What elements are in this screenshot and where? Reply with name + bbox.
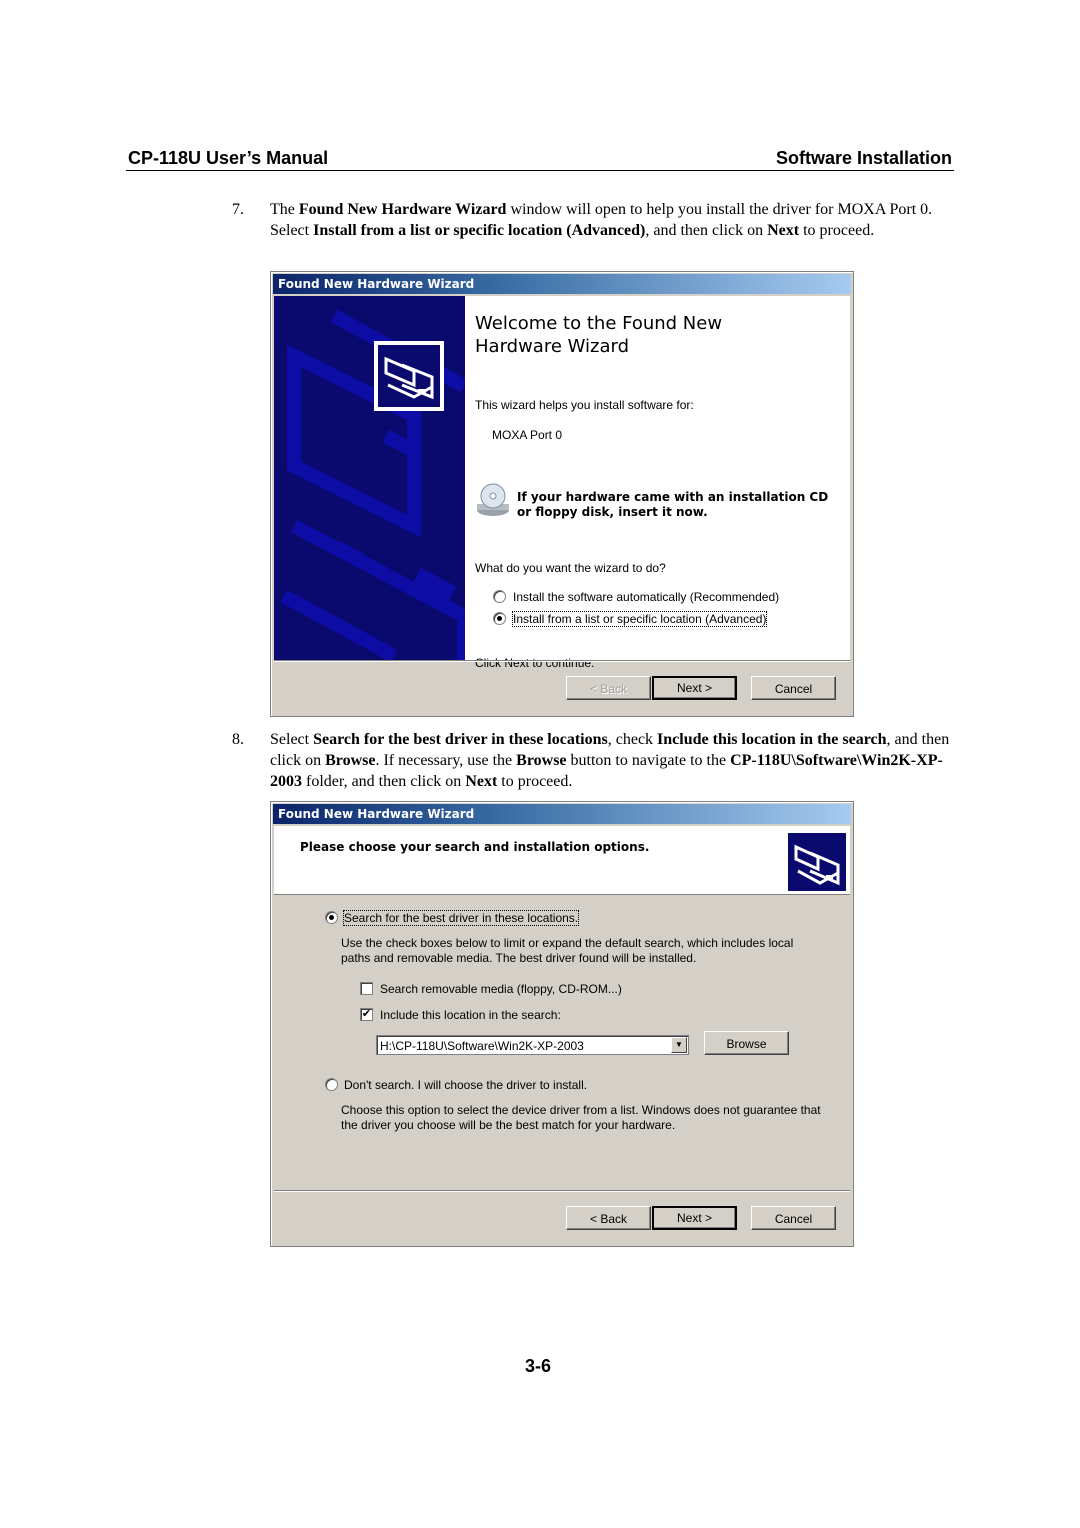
hardware-wizard-icon <box>374 341 444 411</box>
text-run: . If necessary, use the <box>375 752 517 769</box>
next-button[interactable]: Next > <box>652 676 737 700</box>
text-run: to proceed. <box>799 222 875 239</box>
heading-line-1: Welcome to the Found New <box>475 313 723 334</box>
browse-button[interactable]: Browse <box>704 1031 789 1055</box>
cancel-button[interactable]: Cancel <box>751 1206 836 1230</box>
question-text: What do you want the wizard to do? <box>475 561 666 575</box>
bold-term: Found New Hardware Wizard <box>298 201 507 218</box>
section-title: Software Installation <box>775 148 952 168</box>
heading-line-2: Hardware Wizard <box>475 336 630 357</box>
radio-install-automatically[interactable] <box>493 590 506 603</box>
location-combobox[interactable]: H:\CP-118U\Software\Win2K-XP-2003 ▼ <box>376 1035 689 1055</box>
window-title: Found New Hardware Wizard <box>273 274 851 294</box>
bold-term: Install from a list or specific location… <box>313 222 646 239</box>
intro-text: This wizard helps you install software f… <box>475 398 694 412</box>
window-title: Found New Hardware Wizard <box>273 804 851 824</box>
bold-term: Next <box>767 222 800 239</box>
continue-hint: Click Next to continue. <box>475 656 595 670</box>
bold-term: Browse <box>516 752 567 769</box>
text-run: Select <box>270 731 314 748</box>
step-7: 7. The Found New Hardware Wizard window … <box>232 199 952 241</box>
step-text: Select Search for the best driver in the… <box>270 729 952 792</box>
text-run: button to navigate to the <box>566 752 731 769</box>
bold-term: Include this location in the search <box>657 731 887 748</box>
radio-install-from-list[interactable] <box>493 612 506 625</box>
step-number: 7. <box>232 201 244 218</box>
dont-search-description: Choose this option to select the device … <box>341 1103 821 1133</box>
footer-divider <box>274 660 850 662</box>
checkbox-search-removable-media[interactable] <box>360 982 373 995</box>
bold-term: Browse <box>325 752 376 769</box>
cancel-button[interactable]: Cancel <box>751 676 836 700</box>
wizard-window-welcome: Found New Hardware Wizard Welcome to the… <box>270 271 854 717</box>
text-run: to proceed. <box>497 773 573 790</box>
wizard-header: Please choose your search and installati… <box>274 826 850 895</box>
wizard-side-banner <box>274 296 465 660</box>
search-description-line-2: paths and removable media. The best driv… <box>341 951 697 965</box>
next-button[interactable]: Next > <box>652 1206 737 1230</box>
hardware-watermark-icon <box>280 309 465 660</box>
dont-search-description-line-2: the driver you choose will be the best m… <box>341 1118 676 1132</box>
cd-notice-line-1: If your hardware came with an installati… <box>517 490 829 504</box>
device-name: MOXA Port 0 <box>492 428 563 442</box>
radio-search-best-driver[interactable] <box>325 911 338 924</box>
step-8: 8. Select Search for the best driver in … <box>232 729 952 792</box>
option-install-from-list-label[interactable]: Install from a list or specific location… <box>511 611 768 627</box>
wizard-heading: Please choose your search and installati… <box>300 840 650 854</box>
bold-term: Search for the best driver in these loca… <box>313 731 608 748</box>
manual-title: CP-118U User’s Manual <box>128 148 329 168</box>
back-button[interactable]: < Back <box>566 676 651 700</box>
step-text: The Found New Hardware Wizard window wil… <box>270 199 952 241</box>
step-number: 8. <box>232 731 244 748</box>
bold-term: Next <box>465 773 498 790</box>
option-dont-search-label[interactable]: Don't search. I will choose the driver t… <box>344 1078 587 1092</box>
search-description-line-1: Use the check boxes below to limit or ex… <box>341 936 794 950</box>
text-run: , check <box>607 731 658 748</box>
footer-divider <box>274 1190 850 1192</box>
text-run: folder, and then click on <box>302 773 466 790</box>
search-removable-media-label[interactable]: Search removable media (floppy, CD-ROM..… <box>380 982 622 996</box>
option-search-best-driver-label[interactable]: Search for the best driver in these loca… <box>342 910 580 926</box>
search-description: Use the check boxes below to limit or ex… <box>341 936 793 966</box>
dont-search-description-line-1: Choose this option to select the device … <box>341 1103 821 1117</box>
cd-notice-line-2: or floppy disk, insert it now. <box>517 505 708 519</box>
checkbox-include-location[interactable]: ✔ <box>360 1008 373 1021</box>
page-header: CP-118U User’s Manual Software Installat… <box>126 146 954 171</box>
wizard-heading: Welcome to the Found New Hardware Wizard <box>475 312 722 358</box>
cd-drive-icon <box>477 483 509 516</box>
dropdown-arrow-icon[interactable]: ▼ <box>671 1037 687 1053</box>
hardware-wizard-icon <box>788 833 846 891</box>
option-install-automatically-label[interactable]: Install the software automatically (Reco… <box>513 590 779 604</box>
wizard-window-search-options: Found New Hardware Wizard Please choose … <box>270 801 854 1247</box>
text-run: The <box>270 201 299 218</box>
page-number: 3-6 <box>525 1356 552 1376</box>
cd-notice: If your hardware came with an installati… <box>517 490 828 520</box>
text-run: , and then click on <box>645 222 768 239</box>
wizard-content: Welcome to the Found New Hardware Wizard… <box>465 296 850 670</box>
include-location-label[interactable]: Include this location in the search: <box>380 1008 561 1022</box>
back-button[interactable]: < Back <box>566 1206 651 1230</box>
location-value: H:\CP-118U\Software\Win2K-XP-2003 <box>380 1039 584 1053</box>
radio-dont-search[interactable] <box>325 1078 338 1091</box>
